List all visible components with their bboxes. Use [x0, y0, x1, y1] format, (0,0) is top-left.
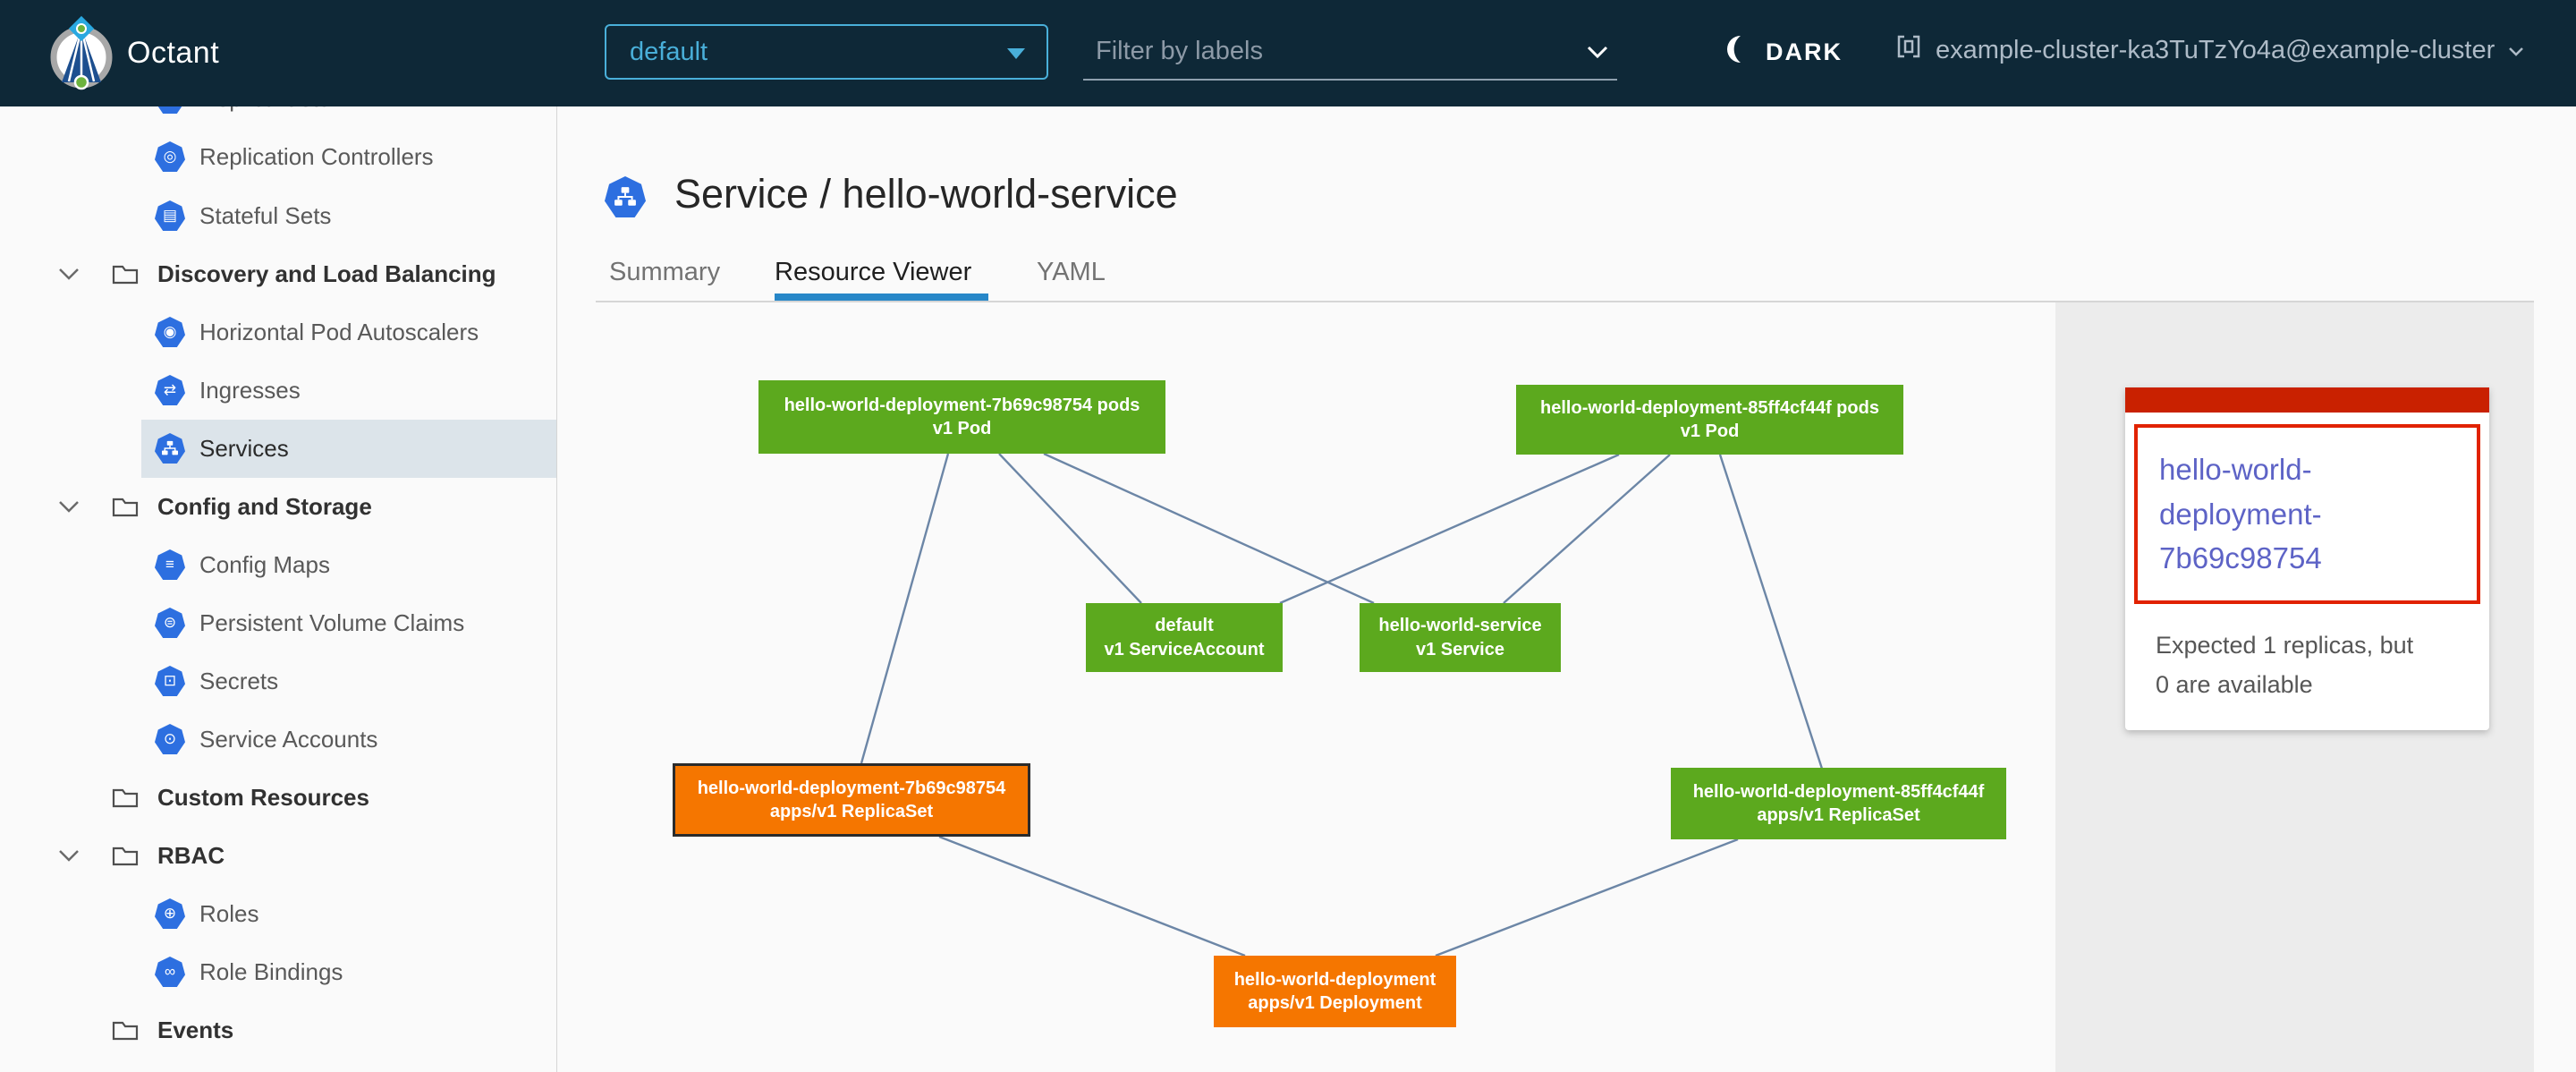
tab-resource-viewer[interactable]: Resource Viewer: [775, 258, 971, 287]
replicaset-alert-card: hello-world-deployment-7b69c98754 Expect…: [2125, 387, 2489, 730]
dark-theme-toggle[interactable]: DARK: [1723, 34, 1843, 71]
folder-icon: [111, 843, 140, 872]
label-filter-input[interactable]: [1083, 25, 1566, 77]
sidebar-item-role-bindings[interactable]: ∞ Role Bindings: [0, 943, 557, 1001]
role-icon: ⊕: [155, 898, 185, 929]
graph-node-pod-85ff4cf44f[interactable]: hello-world-deployment-85ff4cf44f pods v…: [1516, 385, 1903, 455]
sidebar-item-stateful-sets[interactable]: ▤ Stateful Sets: [0, 187, 557, 245]
ingress-icon: ⇄: [155, 375, 185, 405]
folder-icon: [111, 785, 140, 814]
octant-logo-icon: [45, 14, 118, 98]
chevron-down-icon[interactable]: [57, 267, 80, 285]
graph-node-service-hello-world-service[interactable]: hello-world-service v1 Service: [1360, 603, 1561, 672]
replicaset-link[interactable]: hello-world-deployment-7b69c98754: [2159, 447, 2455, 581]
namespace-dropdown-value: default: [630, 38, 708, 67]
cluster-icon: [1894, 32, 1923, 68]
secret-icon: ⊡: [155, 666, 185, 696]
alert-message: Expected 1 replicas, but 0 are available: [2156, 625, 2479, 705]
chevron-down-icon[interactable]: [57, 499, 80, 518]
sidebar-group-events[interactable]: Events: [0, 1001, 557, 1059]
app-header: Octant default DARK example-cluster-ka3T…: [0, 0, 2576, 106]
graph-node-deployment-hello-world[interactable]: hello-world-deployment apps/v1 Deploymen…: [1214, 956, 1456, 1027]
service-account-icon: ⊙: [155, 724, 185, 754]
graph-node-replicaset-85ff4cf44f[interactable]: hello-world-deployment-85ff4cf44f apps/v…: [1671, 768, 2006, 839]
replicaset-icon: ▣: [155, 106, 185, 114]
pvc-icon: ⊜: [155, 608, 185, 638]
main-content: Service / hello-world-service Summary Re…: [558, 106, 2576, 1072]
alert-highlight-box: hello-world-deployment-7b69c98754: [2134, 424, 2480, 604]
cluster-context-selector[interactable]: example-cluster-ka3TuTzYo4a@example-clus…: [1894, 32, 2525, 68]
statefulset-icon: ▤: [155, 200, 185, 231]
resource-graph: hello-world-deployment-7b69c98754 pods v…: [558, 302, 2055, 1072]
sidebar-group-config-and-storage[interactable]: Config and Storage: [0, 478, 557, 536]
sidebar-group-custom-resources[interactable]: Custom Resources: [0, 769, 557, 827]
configmap-icon: ≡: [155, 549, 185, 580]
service-resource-icon: [605, 176, 646, 217]
sidebar-item-services[interactable]: Services: [0, 420, 557, 478]
context-chevron-down-icon: [2507, 36, 2525, 65]
filter-chevron-down-icon[interactable]: [1585, 45, 1610, 65]
chevron-down-icon[interactable]: [57, 848, 80, 867]
tab-yaml[interactable]: YAML: [1037, 258, 1106, 287]
graph-node-pod-7b69c98754[interactable]: hello-world-deployment-7b69c98754 pods v…: [758, 380, 1165, 454]
sidebar-item-roles[interactable]: ⊕ Roles: [0, 885, 557, 943]
sidebar-item-ingresses[interactable]: ⇄ Ingresses: [0, 362, 557, 420]
sidebar-item-horizontal-pod-autoscalers[interactable]: ◉ Horizontal Pod Autoscalers: [0, 303, 557, 362]
sidebar-item-replication-controllers[interactable]: ◎ Replication Controllers: [0, 128, 557, 186]
role-binding-icon: ∞: [155, 957, 185, 987]
sidebar-item-persistent-volume-claims[interactable]: ⊜ Persistent Volume Claims: [0, 594, 557, 652]
app-name: Octant: [127, 36, 219, 71]
sidebar-item-secrets[interactable]: ⊡ Secrets: [0, 652, 557, 710]
hpa-icon: ◉: [155, 317, 185, 347]
sidebar-item-replica-sets[interactable]: ▣ Replica Sets: [0, 106, 557, 128]
alert-severity-bar: [2125, 387, 2489, 413]
label-filter: [1083, 25, 1617, 81]
active-tab-underline: [775, 294, 988, 301]
sidebar-item-config-maps[interactable]: ≡ Config Maps: [0, 536, 557, 594]
sidebar-item-service-accounts[interactable]: ⊙ Service Accounts: [0, 710, 557, 769]
page-title: Service / hello-world-service: [674, 171, 1178, 217]
graph-node-serviceaccount-default[interactable]: default v1 ServiceAccount: [1086, 603, 1283, 672]
node-detail-panel: hello-world-deployment-7b69c98754 Expect…: [2055, 302, 2534, 1072]
dropdown-caret-icon: [1007, 48, 1025, 59]
graph-node-replicaset-7b69c98754[interactable]: hello-world-deployment-7b69c98754 apps/v…: [673, 763, 1030, 837]
dark-toggle-label: DARK: [1766, 38, 1843, 66]
tab-summary[interactable]: Summary: [609, 258, 720, 287]
folder-icon: [111, 1017, 140, 1047]
folder-icon: [111, 494, 140, 523]
replication-controller-icon: ◎: [155, 141, 185, 172]
sidebar-nav: ▣ Replica Sets ◎ Replication Controllers…: [0, 106, 557, 1072]
namespace-dropdown[interactable]: default: [605, 24, 1048, 80]
moon-icon: [1723, 34, 1753, 71]
folder-icon: [111, 261, 140, 291]
cluster-context-label: example-cluster-ka3TuTzYo4a@example-clus…: [1936, 36, 2495, 65]
sidebar-group-rbac[interactable]: RBAC: [0, 827, 557, 885]
sidebar-group-discovery-and-load-balancing[interactable]: Discovery and Load Balancing: [0, 245, 557, 303]
